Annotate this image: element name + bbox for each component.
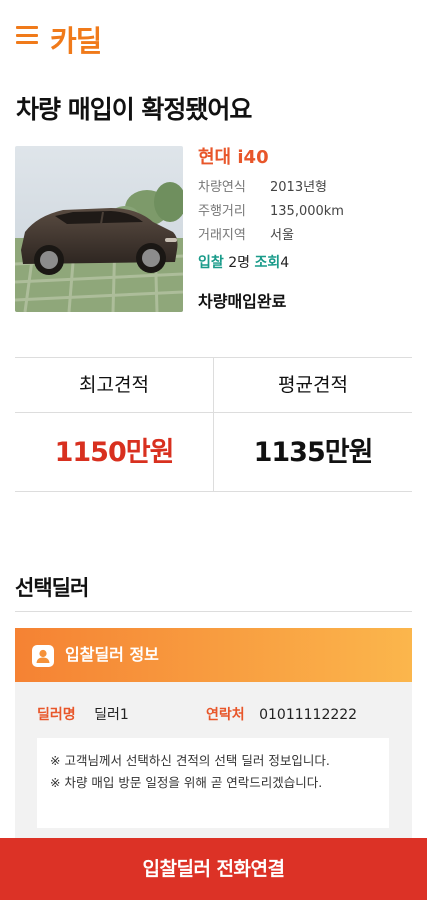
quote-table: 최고견적 평균견적 1150만원 1135만원: [15, 357, 412, 492]
dealer-contact-row: 연락처 01011112222: [206, 704, 357, 726]
spec-value: 서울: [270, 228, 294, 243]
spec-value: 2013년형: [270, 180, 328, 195]
app-logo[interactable]: 카딜: [50, 18, 102, 60]
car-info: 현대 i40 차량연식 2013년형 주행거리 135,000km 거래지역 서…: [198, 146, 413, 312]
dealer-card-title: 입찰딜러 정보: [65, 645, 159, 664]
spec-row-year: 차량연식 2013년형: [198, 176, 413, 200]
app-header: 카딜: [0, 0, 427, 76]
spec-label: 거래지역: [198, 228, 246, 243]
notice-line-2: ※ 차량 매입 방문 일정을 위해 곧 연락드리겠습니다.: [50, 775, 323, 790]
avg-quote-value: 1135만원: [253, 437, 374, 468]
bids-label: 입찰: [198, 255, 224, 271]
dealer-name-label: 딜러명: [37, 707, 76, 723]
avg-quote-label: 평균견적: [278, 374, 348, 396]
car-name: 현대 i40: [198, 147, 269, 168]
spec-label: 차량연식: [198, 180, 246, 195]
section-title-selected-dealer: 선택딜러: [15, 576, 89, 600]
purchase-status: 차량매입완료: [198, 292, 287, 311]
spec-row-region: 거래지역 서울: [198, 224, 413, 248]
car-photo: [15, 146, 183, 312]
spec-value: 135,000km: [270, 204, 344, 219]
dealer-info-card: 입찰딜러 정보 딜러명 딜러1 연락처 01011112222 ※ 고객님께서 …: [15, 628, 412, 843]
divider: [15, 611, 412, 612]
dealer-card-header: 입찰딜러 정보: [15, 628, 412, 682]
dealer-contact-value[interactable]: 01011112222: [259, 707, 357, 723]
bids-value: 2명: [228, 255, 251, 271]
page-title: 차량 매입이 확정됐어요: [16, 95, 252, 124]
bid-view-counts: 입찰 2명 조회4: [198, 250, 413, 276]
spec-row-mileage: 주행거리 135,000km: [198, 200, 413, 224]
call-dealer-button[interactable]: 입찰딜러 전화연결: [0, 838, 427, 900]
notice-line-1: ※ 고객님께서 선택하신 견적의 선택 딜러 정보입니다.: [50, 753, 330, 768]
spec-label: 주행거리: [198, 204, 246, 219]
dealer-contact-label: 연락처: [206, 707, 245, 723]
hamburger-menu-icon[interactable]: [16, 26, 38, 44]
views-value: 4: [280, 255, 290, 271]
max-quote-value: 1150만원: [54, 437, 175, 468]
max-quote-label: 최고견적: [79, 374, 149, 396]
dealer-name-row: 딜러명 딜러1: [37, 704, 129, 726]
dealer-name-value: 딜러1: [94, 707, 129, 723]
views-label: 조회: [254, 255, 281, 271]
person-icon: [32, 645, 54, 667]
dealer-notice: ※ 고객님께서 선택하신 견적의 선택 딜러 정보입니다. ※ 차량 매입 방문…: [37, 738, 389, 828]
